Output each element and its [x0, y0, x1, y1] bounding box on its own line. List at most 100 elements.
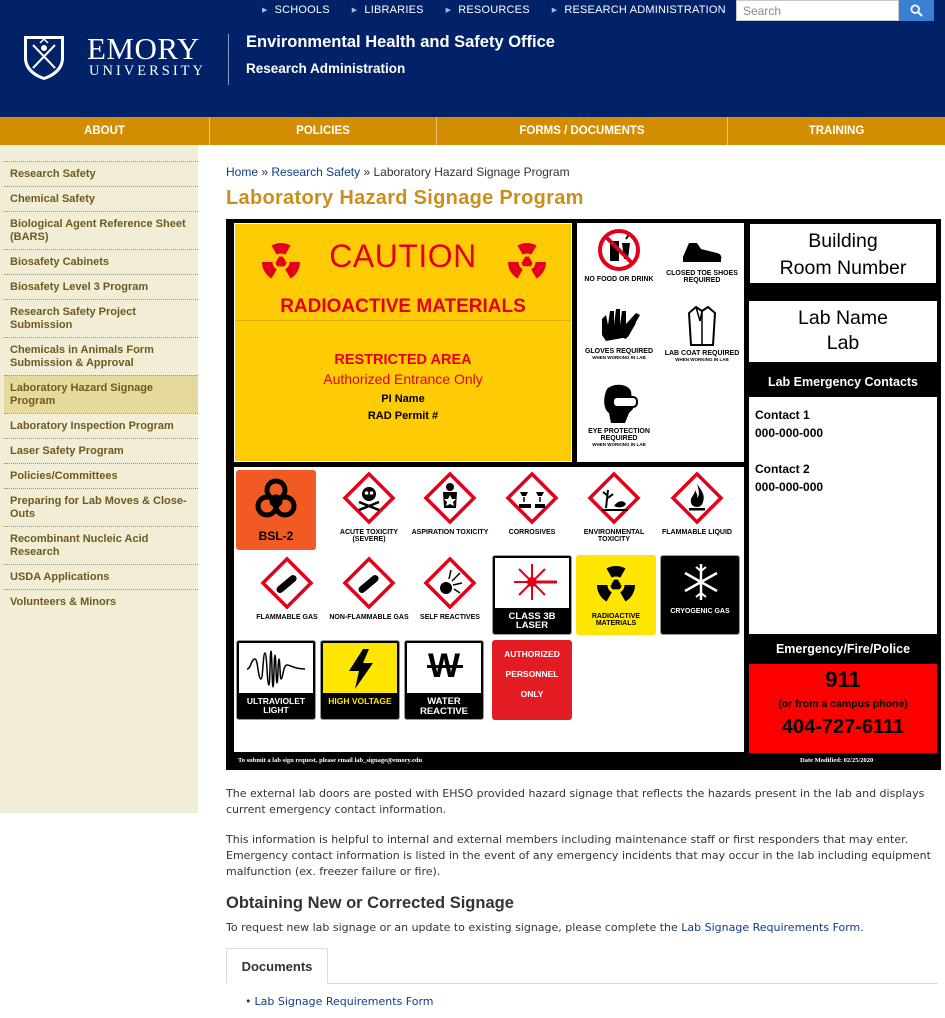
nav-forms-documents[interactable]: FORMS / DOCUMENTS — [437, 117, 728, 145]
water-reactive-sign: W WATER REACTIVE — [404, 640, 484, 720]
contact-2-label: Contact 2 — [755, 462, 810, 476]
intro-paragraph: The external lab doors are posted with E… — [226, 787, 925, 816]
radiation-icon — [596, 565, 636, 602]
room-number-label: Room Number — [779, 257, 907, 279]
gas-cylinder-icon — [260, 556, 314, 610]
bullet-icon: • — [245, 995, 252, 1008]
logo-emory[interactable]: EMORY — [87, 31, 200, 67]
uv-wave-icon — [246, 650, 306, 688]
radioactive-materials-label: RADIOACTIVE MATERIALS — [280, 296, 526, 317]
sidebar-item-project-submission[interactable]: Research Safety Project Submission — [4, 299, 198, 337]
ghs-environmental-toxicity: ENVIRONMENTAL TOXICITY — [574, 470, 654, 550]
sidebar-item-signage-program[interactable]: Laboratory Hazard Signage Program — [4, 375, 198, 413]
breadcrumb: Home » Research Safety » Laboratory Haza… — [226, 165, 570, 179]
emory-shield-logo[interactable] — [22, 34, 66, 82]
flame-icon — [670, 471, 724, 525]
corrosive-icon — [505, 471, 559, 525]
skull-icon — [342, 471, 396, 525]
lab-emergency-contacts-header: Lab Emergency Contacts — [767, 375, 919, 389]
sidebar-item-bars[interactable]: Biological Agent Reference Sheet (BARS) — [4, 211, 198, 249]
emergency-number: 404-727-6111 — [781, 716, 905, 738]
nav-training[interactable]: TRAINING — [728, 117, 945, 145]
ppe-panel: NO FOOD OR DRINK CLOSED TOE SHOES REQUIR… — [577, 223, 744, 462]
sidebar-item-recombinant-dna[interactable]: Recombinant Nucleic Acid Research — [4, 526, 198, 564]
triangle-icon: ▶ — [351, 7, 358, 14]
obtaining-signage-heading: Obtaining New or Corrected Signage — [226, 894, 514, 912]
sidebar-item-chemicals-in-animals[interactable]: Chemicals in Animals Form Submission & A… — [4, 337, 198, 375]
hazard-sign-image: CAUTION RADIOACTIVE MATERIALS RESTRICTED… — [226, 219, 941, 770]
building-label: Building — [808, 230, 878, 252]
sign-request-note: To submit a lab sign request, please ema… — [238, 757, 423, 764]
top-link-libraries[interactable]: ▶ LIBRARIES — [352, 4, 424, 16]
rad-permit-label: RAD Permit # — [367, 410, 439, 422]
search-icon — [910, 4, 923, 17]
lab-signage-form-link[interactable]: Lab Signage Requirements Form — [681, 921, 860, 934]
ghs-self-reactives: SELF REACTIVES — [410, 555, 490, 635]
contact-1-phone: 000-000-000 — [755, 426, 824, 440]
ghs-flammable-gas: FLAMMABLE GAS — [247, 555, 327, 635]
sidebar-item-policies-committees[interactable]: Policies/Committees — [4, 463, 198, 488]
sidebar-item-usda[interactable]: USDA Applications — [4, 564, 198, 589]
logo-university[interactable]: UNIVERSITY — [89, 63, 206, 80]
tab-documents[interactable]: Documents — [226, 948, 328, 984]
goggles-icon — [604, 384, 638, 423]
building-room-box: Building Room Number — [749, 223, 937, 284]
exploding-bomb-icon — [423, 556, 477, 610]
ghs-corrosives: CORROSIVES — [492, 470, 572, 550]
lightning-bolt-icon — [349, 649, 373, 689]
ppe-closed-toe-shoes: CLOSED TOE SHOES REQUIRED — [662, 237, 742, 284]
nav-policies[interactable]: POLICIES — [210, 117, 437, 145]
triangle-icon: ▶ — [262, 7, 268, 14]
hazards-panel: BSL-2 ACUTE TOXICITY (SEVERE) ASPIRATION… — [234, 467, 744, 752]
breadcrumb-current: Laboratory Hazard Signage Program — [373, 165, 570, 179]
lab-name-label: Lab Name — [798, 307, 888, 329]
sidebar-item-chemical-safety[interactable]: Chemical Safety — [4, 186, 198, 211]
caution-title: CAUTION — [329, 238, 477, 274]
documents-form-link[interactable]: Lab Signage Requirements Form — [255, 995, 434, 1008]
sidebar-item-biosafety-level-3[interactable]: Biosafety Level 3 Program — [4, 274, 198, 299]
top-link-schools[interactable]: ▶ SCHOOLS — [262, 4, 330, 16]
lab-name-box: Lab Name Lab — [749, 301, 937, 362]
office-title[interactable]: Environmental Health and Safety Office — [246, 33, 555, 52]
laser-icon — [514, 564, 557, 600]
radioactive-small-sign: RADIOACTIVE MATERIALS — [576, 555, 656, 635]
breadcrumb-separator: » — [261, 165, 269, 179]
ultraviolet-light-sign: ULTRAVIOLET LIGHT — [236, 640, 316, 720]
breadcrumb-separator: » — [363, 165, 371, 179]
header-divider — [228, 34, 229, 85]
ppe-eye-protection: EYE PROTECTION REQUIRED WHEN WORKING IN … — [579, 383, 659, 447]
top-link-resources[interactable]: ▶ RESOURCES — [446, 4, 530, 16]
top-link-research-administration[interactable]: ▶ RESEARCH ADMINISTRATION — [552, 4, 726, 16]
documents-list-item[interactable]: • Lab Signage Requirements Form — [245, 995, 434, 1008]
sidebar-item-biosafety-cabinets[interactable]: Biosafety Cabinets — [4, 249, 198, 274]
sidebar-item-inspection-program[interactable]: Laboratory Inspection Program — [4, 413, 198, 438]
office-subtitle[interactable]: Research Administration — [246, 61, 405, 76]
health-hazard-icon — [423, 471, 477, 525]
utility-links: ▶ SCHOOLS ▶ LIBRARIES ▶ RESOURCES ▶ RESEARCH… — [262, 4, 748, 16]
search-input[interactable]: Search — [736, 0, 899, 21]
emergency-header: Emergency/Fire/Police — [775, 642, 911, 656]
campus-phone-label: (or from a campus phone) — [778, 698, 908, 710]
emergency-box: 911 (or from a campus phone) 404-727-611… — [749, 664, 937, 753]
ghs-acute-toxicity: ACUTE TOXICITY (SEVERE) — [329, 470, 409, 550]
triangle-icon: ▶ — [445, 7, 452, 14]
sidebar-item-volunteers-minors[interactable]: Volunteers & Minors — [4, 589, 198, 614]
triangle-icon: ▶ — [551, 7, 558, 14]
sidebar-item-lab-moves[interactable]: Preparing for Lab Moves & Close-Outs — [4, 488, 198, 526]
cryogenic-gas-sign: CRYOGENIC GAS — [660, 555, 740, 635]
breadcrumb-research-safety[interactable]: Research Safety — [271, 165, 360, 179]
request-paragraph: To request new lab signage or an update … — [226, 921, 864, 934]
page-title: Laboratory Hazard Signage Program — [226, 187, 584, 209]
search-button[interactable] — [899, 0, 934, 21]
ppe-lab-coat: LAB COAT REQUIRED WHEN WORKING IN LAB — [662, 305, 742, 362]
lab-coat-icon — [687, 305, 717, 346]
sidebar-item-laser-safety[interactable]: Laser Safety Program — [4, 438, 198, 463]
nav-about[interactable]: ABOUT — [0, 117, 210, 145]
gloves-icon — [602, 309, 640, 341]
breadcrumb-home[interactable]: Home — [226, 165, 258, 179]
sidebar-item-research-safety[interactable]: Research Safety — [4, 161, 198, 186]
info-paragraph: This information is helpful to internal … — [226, 833, 931, 878]
high-voltage-sign: HIGH VOLTAGE — [320, 640, 400, 720]
caution-radioactive-panel: CAUTION RADIOACTIVE MATERIALS RESTRICTED… — [234, 223, 572, 462]
ghs-non-flammable-gas: NON-FLAMMABLE GAS — [329, 555, 409, 635]
